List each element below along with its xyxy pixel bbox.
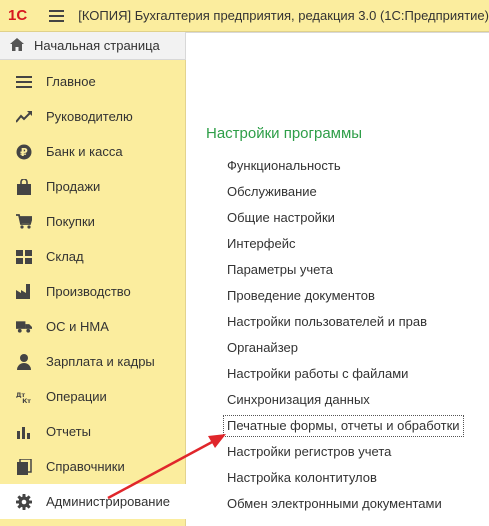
- window-title: [КОПИЯ] Бухгалтерия предприятия, редакци…: [78, 8, 489, 23]
- sidebar-item-production[interactable]: Производство: [0, 274, 186, 309]
- sidebar-item-label: Администрирование: [46, 494, 170, 509]
- person-icon: [16, 353, 32, 370]
- factory-icon: [16, 284, 32, 300]
- dt-kt-icon: Дт Кт: [16, 389, 32, 405]
- sidebar-item-fixed-assets[interactable]: ОС и НМА: [0, 309, 186, 344]
- link-registers-settings[interactable]: Настройки регистров учета: [227, 443, 391, 461]
- truck-icon: [16, 319, 32, 335]
- sidebar-item-administration[interactable]: Администрирование: [0, 484, 186, 519]
- main-menu-icon[interactable]: [48, 8, 65, 24]
- sidebar-item-label: Операции: [46, 389, 107, 404]
- sidebar-item-sales[interactable]: Продажи: [0, 169, 186, 204]
- sidebar-item-label: Зарплата и кадры: [46, 354, 155, 369]
- trend-icon: [16, 109, 32, 125]
- sidebar-item-catalogs[interactable]: Справочники: [0, 449, 186, 484]
- sidebar-item-salary[interactable]: Зарплата и кадры: [0, 344, 186, 379]
- link-maintenance[interactable]: Обслуживание: [227, 183, 317, 201]
- shopping-bag-icon: [16, 178, 32, 195]
- sidebar-item-label: Банк и касса: [46, 144, 123, 159]
- link-headers-footers[interactable]: Настройка колонтитулов: [227, 469, 377, 487]
- bar-chart-icon: [16, 424, 32, 440]
- link-data-sync[interactable]: Синхронизация данных: [227, 391, 370, 409]
- svg-text:₽: ₽: [20, 146, 28, 159]
- sidebar-item-label: ОС и НМА: [46, 319, 109, 334]
- sidebar-item-manager[interactable]: Руководителю: [0, 99, 186, 134]
- home-page-label: Начальная страница: [34, 38, 160, 53]
- link-interface[interactable]: Интерфейс: [227, 235, 295, 253]
- content-area: Настройки программы Функциональность Обс…: [186, 32, 489, 526]
- sidebar-item-label: Производство: [46, 284, 131, 299]
- sidebar-item-bank[interactable]: ₽ Банк и касса: [0, 134, 186, 169]
- sidebar-item-label: Главное: [46, 74, 96, 89]
- svg-text:Кт: Кт: [22, 398, 31, 405]
- sidebar-item-purchases[interactable]: Покупки: [0, 204, 186, 239]
- sidebar-item-label: Справочники: [46, 459, 125, 474]
- link-functionality[interactable]: Функциональность: [227, 157, 341, 175]
- title-bar: 1С [КОПИЯ] Бухгалтерия предприятия, реда…: [0, 0, 489, 32]
- link-print-forms-reports[interactable]: Печатные формы, отчеты и обработки: [223, 415, 464, 437]
- warehouse-icon: [16, 249, 32, 265]
- link-document-posting[interactable]: Проведение документов: [227, 287, 375, 305]
- sidebar-item-warehouse[interactable]: Склад: [0, 239, 186, 274]
- home-page-tab[interactable]: Начальная страница: [0, 32, 186, 60]
- link-general-settings[interactable]: Общие настройки: [227, 209, 335, 227]
- cart-icon: [16, 214, 32, 230]
- link-users-and-rights[interactable]: Настройки пользователей и прав: [227, 313, 427, 331]
- link-file-settings[interactable]: Настройки работы с файлами: [227, 365, 408, 383]
- link-edi-exchange[interactable]: Обмен электронными документами: [227, 495, 442, 513]
- gear-icon: [16, 493, 32, 510]
- list-icon: [16, 74, 32, 90]
- sidebar-item-label: Отчеты: [46, 424, 91, 439]
- sidebar-item-reports[interactable]: Отчеты: [0, 414, 186, 449]
- sidebar-item-main[interactable]: Главное: [0, 64, 186, 99]
- ruble-coin-icon: ₽: [16, 144, 32, 160]
- sidebar-item-label: Склад: [46, 249, 84, 264]
- books-icon: [16, 458, 32, 475]
- sidebar-item-label: Руководителю: [46, 109, 133, 124]
- link-accounting-parameters[interactable]: Параметры учета: [227, 261, 333, 279]
- sidebar-item-label: Покупки: [46, 214, 95, 229]
- sidebar-item-operations[interactable]: Дт Кт Операции: [0, 379, 186, 414]
- sections-panel: Главное Руководителю ₽ Банк и касса Прод…: [0, 60, 186, 526]
- section-title: Настройки программы: [206, 125, 363, 142]
- link-organizer[interactable]: Органайзер: [227, 339, 298, 357]
- sidebar-item-label: Продажи: [46, 179, 101, 194]
- 1c-logo: 1С: [8, 7, 28, 24]
- home-icon: [10, 37, 24, 54]
